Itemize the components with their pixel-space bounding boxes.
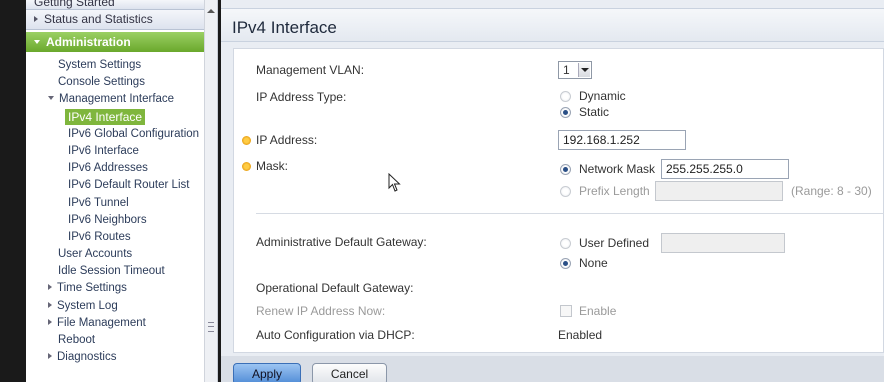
section-divider (256, 213, 884, 214)
sidebar-scrollbar[interactable] (204, 0, 217, 382)
sidebar-item-status-and-statistics[interactable]: Status and Statistics (26, 10, 217, 30)
prefix-length-radio[interactable] (560, 186, 571, 197)
ip-type-static-label: Static (579, 105, 610, 119)
admin-gateway-label: Administrative Default Gateway: (256, 235, 427, 249)
sidebar-item-label: IPv6 Tunnel (68, 196, 129, 209)
sidebar-item-label: IPv6 Routes (68, 230, 131, 243)
required-gear-icon (242, 136, 251, 145)
network-mask-radio[interactable] (560, 164, 571, 175)
ip-type-dynamic-label: Dynamic (579, 89, 626, 103)
renew-enable-checkbox[interactable] (560, 305, 572, 317)
sidebar-item-reboot[interactable]: Reboot (26, 332, 217, 349)
prefix-range-hint: (Range: 8 - 30) (791, 184, 872, 198)
sidebar-item-system-log[interactable]: System Log (26, 298, 217, 315)
chevron-down-icon (578, 63, 590, 77)
management-vlan-value: 1 (563, 63, 570, 77)
network-mask-label: Network Mask (579, 162, 656, 176)
button-bar: Apply Cancel (221, 356, 884, 382)
scroll-grip-icon[interactable] (208, 322, 214, 332)
ip-address-type-label: IP Address Type: (256, 90, 347, 104)
gateway-none-radio[interactable] (560, 258, 571, 269)
chevron-right-icon (48, 301, 52, 308)
sidebar-item-label: IPv6 Neighbors (68, 213, 147, 226)
sidebar-item-label: Time Settings (57, 282, 127, 295)
title-bar: IPv4 Interface (221, 8, 884, 42)
apply-button[interactable]: Apply (233, 363, 301, 382)
ipv4-form-panel: Management VLAN: 1 IP Address Type: Dyna… (233, 48, 884, 353)
sidebar-item-label: IPv6 Interface (68, 144, 139, 157)
sidebar-item-label: Administration (46, 35, 131, 49)
management-vlan-label: Management VLAN: (256, 63, 365, 77)
sidebar-item-ipv6-global-configuration[interactable]: IPv6 Global Configuration (26, 126, 217, 143)
sidebar-item-time-settings[interactable]: Time Settings (26, 280, 217, 297)
sidebar-item-label: Reboot (58, 334, 96, 346)
sidebar-item-label: User Accounts (58, 248, 133, 261)
sidebar-item-label: File Management (57, 316, 146, 329)
sidebar-item-label: Idle Session Timeout (58, 265, 165, 278)
renew-ip-label: Renew IP Address Now: (256, 304, 386, 318)
chevron-down-icon (48, 96, 54, 101)
sidebar-item-management-interface[interactable]: Management Interface (26, 91, 217, 108)
sidebar-item-console-settings[interactable]: Console Settings (26, 74, 217, 91)
auto-config-value: Enabled (558, 328, 603, 342)
cancel-button[interactable]: Cancel (312, 363, 387, 382)
prefix-length-input[interactable] (655, 181, 783, 201)
mask-label: Mask: (256, 159, 289, 173)
sidebar-item-label: Diagnostics (57, 351, 117, 364)
sidebar-item-ipv4-interface[interactable]: IPv4 Interface (26, 108, 217, 126)
sidebar-item-label: Management Interface (59, 93, 175, 106)
sidebar-item-label: Console Settings (58, 76, 145, 89)
scroll-up-arrow-icon[interactable] (207, 9, 215, 13)
ip-type-dynamic-radio[interactable] (560, 91, 571, 102)
sidebar-item-label: System Settings (58, 59, 142, 71)
sidebar-item-label: Getting Started (34, 0, 115, 9)
sidebar-item-label: IPv6 Addresses (68, 162, 148, 175)
required-gear-icon (242, 162, 251, 171)
sidebar-item-getting-started[interactable]: Getting Started (26, 0, 217, 10)
ip-address-label: IP Address: (256, 133, 318, 147)
ip-address-input[interactable]: 192.168.1.252 (558, 130, 686, 150)
main-content: IPv4 Interface Management VLAN: 1 IP Add… (221, 0, 884, 382)
sidebar-item-user-accounts[interactable]: User Accounts (26, 246, 217, 263)
sidebar-item-ipv6-routes[interactable]: IPv6 Routes (26, 229, 217, 246)
user-defined-radio[interactable] (560, 238, 571, 249)
sidebar-item-ipv6-interface[interactable]: IPv6 Interface (26, 143, 217, 160)
user-defined-gateway-input[interactable] (661, 233, 785, 253)
sidebar-item-label: IPv4 Interface (65, 108, 146, 125)
oper-gateway-label: Operational Default Gateway: (256, 281, 414, 295)
chevron-down-icon (34, 40, 40, 44)
sidebar-item-diagnostics[interactable]: Diagnostics (26, 349, 217, 366)
renew-enable-label: Enable (579, 304, 617, 318)
sidebar-item-file-management[interactable]: File Management (26, 315, 217, 332)
sidebar-item-system-settings[interactable]: System Settings (26, 57, 217, 74)
sidebar-item-label: IPv6 Global Configuration (68, 127, 200, 140)
sidebar-item-label: System Log (57, 299, 118, 312)
ip-type-static-radio[interactable] (560, 107, 571, 118)
chevron-right-icon (48, 284, 52, 291)
gateway-none-label: None (579, 256, 608, 270)
page-title: IPv4 Interface (232, 18, 337, 37)
user-defined-label: User Defined (579, 236, 650, 250)
sidebar-item-idle-session-timeout[interactable]: Idle Session Timeout (26, 263, 217, 280)
chevron-right-icon (34, 16, 38, 22)
sidebar-item-ipv6-neighbors[interactable]: IPv6 Neighbors (26, 212, 217, 229)
sidebar-item-ipv6-default-router-list[interactable]: IPv6 Default Router List (26, 177, 217, 194)
chevron-right-icon (48, 353, 52, 360)
sidebar: Getting Started Status and Statistics Ad… (26, 0, 218, 382)
prefix-length-label: Prefix Length (579, 184, 650, 198)
chevron-right-icon (48, 318, 52, 325)
auto-config-label: Auto Configuration via DHCP: (256, 328, 415, 342)
management-vlan-select[interactable]: 1 (558, 61, 592, 79)
sidebar-item-ipv6-tunnel[interactable]: IPv6 Tunnel (26, 195, 217, 212)
network-mask-input[interactable]: 255.255.255.0 (661, 159, 789, 179)
sidebar-tree: System Settings Console Settings Managem… (26, 52, 217, 366)
mouse-cursor-icon (388, 173, 401, 192)
sidebar-item-administration[interactable]: Administration (26, 32, 217, 52)
sidebar-item-ipv6-addresses[interactable]: IPv6 Addresses (26, 160, 217, 177)
sidebar-item-label: IPv6 Default Router List (68, 179, 190, 192)
sidebar-item-label: Status and Statistics (44, 12, 153, 26)
